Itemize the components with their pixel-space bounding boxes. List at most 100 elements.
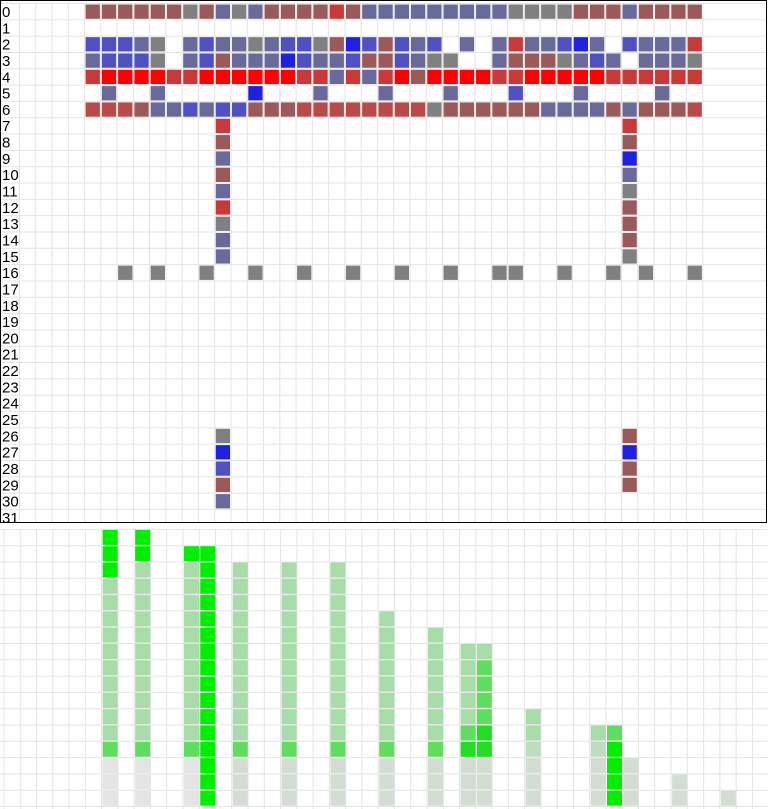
bar-cell (232, 676, 248, 692)
heatmap-cell (427, 37, 442, 52)
bar-cell (590, 741, 606, 757)
bar-cell (135, 627, 151, 643)
bar-cell (232, 709, 248, 725)
heatmap-cell (606, 265, 621, 280)
heatmap-cell (232, 37, 247, 52)
heatmap-cell (183, 53, 198, 68)
bar-cell (183, 562, 199, 578)
bar-cell (200, 611, 216, 627)
bar-cell (183, 774, 199, 790)
bar-cell (183, 644, 199, 659)
row-label: 29 (2, 477, 19, 494)
heatmap-cell (101, 102, 117, 117)
heatmap-cell (427, 4, 442, 19)
heatmap-cell (589, 53, 605, 68)
bar-cell (232, 644, 248, 659)
bar-cell (590, 758, 606, 774)
row-label: 5 (2, 86, 10, 103)
bar-cell (330, 709, 346, 725)
heatmap-cell (329, 53, 344, 68)
heatmap-cell (215, 184, 231, 199)
heatmap-cell (232, 53, 247, 68)
heatmap-cell (622, 102, 637, 117)
heatmap-cell (394, 102, 410, 117)
heatmap-cell (573, 37, 588, 52)
row-label: 27 (2, 445, 19, 462)
heatmap-cell (638, 69, 654, 85)
row-label: 16 (2, 265, 19, 282)
bar-cell (428, 725, 444, 741)
bar-cell (330, 578, 346, 594)
heatmap-cell (150, 102, 165, 117)
heatmap-cell (101, 53, 117, 68)
heatmap-cell (378, 4, 393, 19)
row-label: 23 (2, 379, 19, 396)
heatmap-cell (573, 69, 588, 85)
bar-cell (476, 758, 492, 774)
heatmap-cell (589, 69, 605, 85)
bar-cell (232, 725, 248, 741)
heatmap-cell (557, 37, 572, 52)
heatmap-cell (622, 135, 637, 150)
heatmap-cell (443, 4, 458, 19)
bar-cell (135, 660, 151, 676)
heatmap-cell (118, 102, 133, 117)
heatmap-cell (541, 37, 556, 52)
bar-cell (476, 644, 492, 659)
heatmap-cell (557, 53, 572, 68)
heatmap-cell (232, 69, 247, 85)
bar-cell (330, 611, 346, 627)
heatmap-cell (524, 37, 540, 52)
heatmap-cell (638, 102, 654, 117)
heatmap-cell (215, 135, 231, 150)
row-label: 7 (2, 118, 10, 135)
bar-cell (102, 790, 118, 806)
row-label: 13 (2, 216, 19, 233)
heatmap-cell (589, 4, 605, 19)
heatmap-cell (492, 53, 507, 68)
heatmap-cell (492, 69, 507, 85)
bar-cell (183, 741, 199, 757)
heatmap-cell (443, 86, 458, 101)
bar-cell (200, 741, 216, 757)
heatmap-cell (492, 265, 507, 280)
bar-cell (232, 692, 248, 708)
heatmap-cell (573, 53, 588, 68)
heatmap-cell (297, 69, 312, 85)
heatmap-cell (394, 53, 410, 68)
bar-cell (428, 660, 444, 676)
heatmap-cell (557, 102, 572, 117)
heatmap-cell (134, 37, 149, 52)
heatmap-cell (589, 102, 605, 117)
heatmap-cell (394, 265, 410, 280)
heatmap-cell (655, 102, 670, 117)
bar-cell (590, 774, 606, 790)
heatmap-cell (410, 69, 426, 85)
row-label: 1 (2, 20, 10, 37)
heatmap-cell (378, 37, 393, 52)
heatmap-cell (557, 4, 572, 19)
bar-cell (135, 790, 151, 806)
heatmap-cell (215, 494, 231, 509)
bar-cell (102, 774, 118, 790)
heatmap-cell (215, 477, 231, 493)
heatmap-cell (101, 37, 117, 52)
heatmap-cell (215, 37, 231, 52)
heatmap-cell (248, 265, 263, 280)
bar-cell (135, 741, 151, 757)
bar-cell (102, 546, 118, 562)
bar-cell (379, 611, 395, 627)
heatmap-cell (280, 37, 296, 52)
bar-cell (330, 774, 346, 790)
heatmap-cell (394, 37, 410, 52)
bar-cell (281, 741, 297, 757)
bar-cell (720, 790, 736, 806)
heatmap-cell (622, 216, 637, 231)
heatmap-cell (329, 37, 344, 52)
heatmap-cell (118, 53, 133, 68)
row-label: 6 (2, 102, 10, 119)
bar-cell (281, 562, 297, 578)
bar-cell (476, 741, 492, 757)
bar-cell (460, 725, 476, 741)
row-label: 21 (2, 347, 19, 364)
